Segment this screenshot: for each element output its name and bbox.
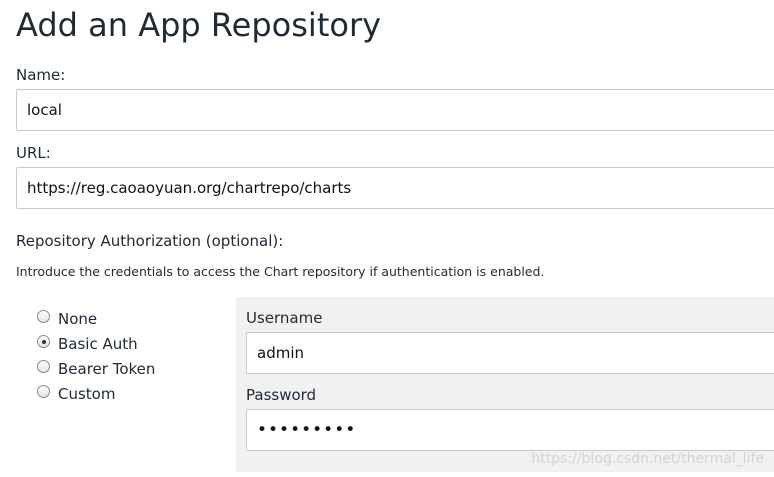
- auth-option-label: Custom: [58, 384, 116, 403]
- radio-basic-auth[interactable]: [37, 335, 50, 348]
- auth-type-radio-group: None Basic Auth Bearer Token Custom: [37, 306, 155, 406]
- basic-auth-panel: Username Password: [236, 297, 774, 472]
- name-label: Name:: [16, 66, 66, 84]
- url-input[interactable]: [16, 167, 774, 209]
- auth-option-label: Bearer Token: [58, 359, 156, 378]
- password-label: Password: [246, 386, 317, 404]
- authorization-hint: Introduce the credentials to access the …: [16, 264, 545, 279]
- password-input[interactable]: [246, 409, 774, 451]
- watermark: https://blog.csdn.net/thermal_life: [531, 451, 764, 467]
- auth-option-label: Basic Auth: [58, 334, 138, 353]
- name-input[interactable]: [16, 89, 774, 131]
- auth-option-bearer-token[interactable]: Bearer Token: [37, 356, 155, 381]
- radio-none[interactable]: [37, 310, 50, 323]
- radio-custom[interactable]: [37, 385, 50, 398]
- add-app-repository-page: Add an App Repository Name: URL: Reposit…: [0, 0, 774, 477]
- username-label: Username: [246, 309, 323, 327]
- url-label: URL:: [16, 144, 51, 162]
- page-title: Add an App Repository: [16, 6, 382, 44]
- auth-option-none[interactable]: None: [37, 306, 155, 331]
- username-input[interactable]: [246, 332, 774, 374]
- auth-option-basic-auth[interactable]: Basic Auth: [37, 331, 155, 356]
- auth-option-label: None: [58, 309, 98, 328]
- authorization-heading: Repository Authorization (optional):: [16, 232, 284, 250]
- radio-bearer-token[interactable]: [37, 360, 50, 373]
- auth-option-custom[interactable]: Custom: [37, 381, 155, 406]
